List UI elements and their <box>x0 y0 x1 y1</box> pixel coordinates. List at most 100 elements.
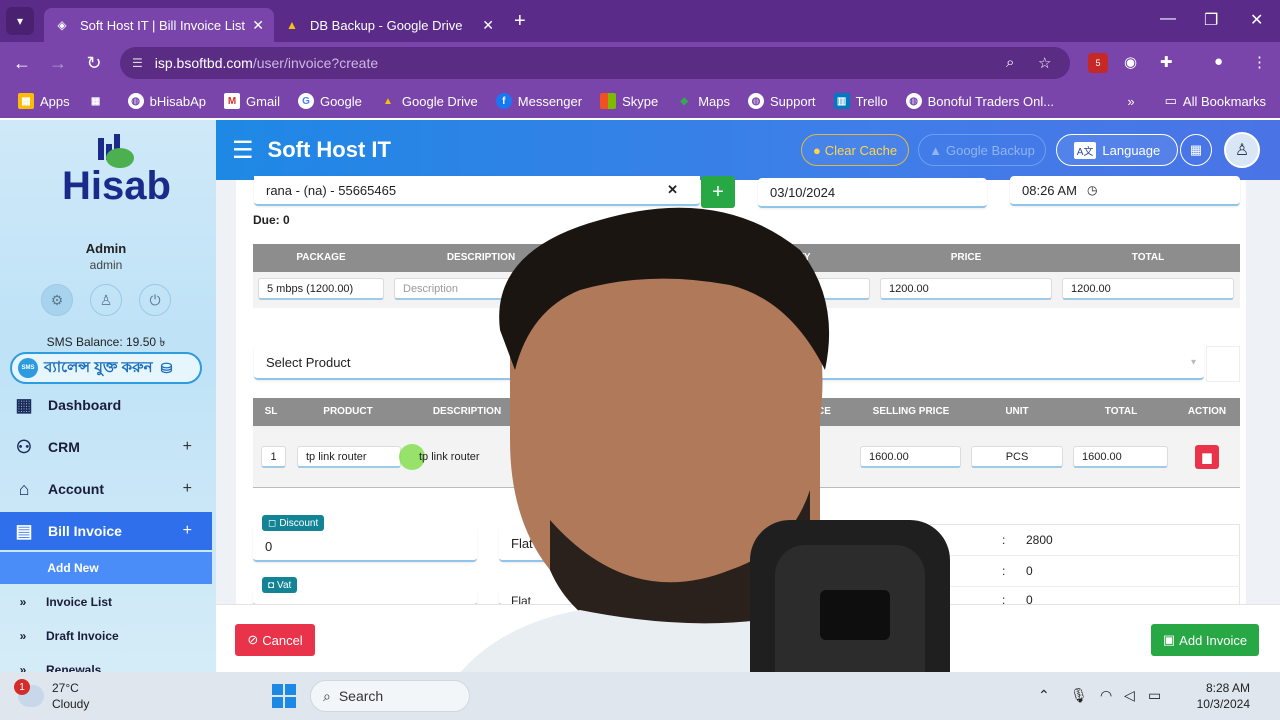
profile-icon[interactable]: ● <box>1214 53 1223 70</box>
avatar[interactable]: ♙ <box>1224 132 1260 168</box>
back-icon[interactable]: ← <box>4 53 40 74</box>
clear-x-icon[interactable]: ✕ <box>667 182 678 198</box>
extensions-puzzle-icon[interactable]: ✚ <box>1160 53 1173 71</box>
expand-plus-icon: + <box>182 438 192 455</box>
date-input[interactable]: 03/10/2024 <box>758 178 987 208</box>
sidebar-item-dashboard[interactable]: ▦ Dashboard <box>0 385 212 425</box>
discount-input[interactable]: 0 <box>253 526 477 562</box>
sidebar-sub-renewals[interactable]: » Renewals <box>0 654 212 672</box>
customer-select[interactable]: rana - (na) - 55665465 ✕ <box>254 176 700 206</box>
total-value: 1200.00 <box>1071 282 1111 295</box>
extension-circle-icon[interactable]: ◉ <box>1124 53 1137 71</box>
taskbar-clock[interactable]: 8:28 AM 10/3/2024 <box>1180 680 1250 712</box>
bookmark-trello[interactable]: ▥ Trello <box>833 93 888 109</box>
all-bookmarks[interactable]: All Bookmarks <box>1183 94 1266 109</box>
settings-gear-icon[interactable]: ⚙ <box>41 284 73 316</box>
lock-icon: ◘ <box>268 579 275 591</box>
close-tab-icon[interactable]: ✕ <box>252 17 264 34</box>
summary-colon: : <box>1002 533 1006 547</box>
select-product-addon[interactable] <box>1206 346 1240 382</box>
wifi-icon[interactable]: ◠ <box>1100 687 1112 704</box>
bookmark-support[interactable]: ◍ Support <box>748 93 816 109</box>
add-invoice-button[interactable]: ▣ Add Invoice <box>1151 624 1259 656</box>
delete-row-button[interactable]: ▆ <box>1195 445 1219 469</box>
tab-search-chevron-icon[interactable]: ▾ <box>6 7 34 35</box>
bookmark-star-icon[interactable]: ☆ <box>1038 54 1051 72</box>
package-cell[interactable]: 5 mbps (1200.00) <box>258 278 384 300</box>
forward-icon[interactable]: → <box>40 53 76 74</box>
select-product-dropdown[interactable]: Select Product ▾ <box>254 346 1204 380</box>
selling-price-input[interactable]: 1600.00 <box>860 446 961 468</box>
tray-chevron-up-icon[interactable]: ⌃ <box>1038 687 1050 704</box>
sidebar-sub-draft-invoice[interactable]: » Draft Invoice <box>0 620 212 652</box>
new-tab-icon[interactable]: + <box>514 10 526 33</box>
calculator-icon[interactable]: ▦ <box>1180 134 1212 166</box>
microphone-icon[interactable]: 🎙 <box>1070 687 1088 704</box>
close-tab-icon[interactable]: ✕ <box>482 17 494 34</box>
power-icon[interactable]: ⏻ <box>139 284 171 316</box>
quantity-input[interactable] <box>760 278 870 300</box>
bookmark-bonoful[interactable]: ◍ Bonoful Traders Onl... <box>905 93 1054 109</box>
cancel-button[interactable]: ⊘ Cancel <box>235 624 315 656</box>
bookmark-google-drive[interactable]: ▲ Google Drive <box>380 93 478 109</box>
bookmark-skype[interactable]: Skype <box>600 93 658 109</box>
extension-icon[interactable]: 5 <box>1088 53 1108 73</box>
discount-type-select[interactable]: Flat <box>499 526 639 562</box>
language-button[interactable]: A文 Language <box>1056 134 1178 166</box>
more-bookmarks-icon[interactable]: » <box>1127 94 1134 109</box>
browser-menu-icon[interactable]: ⋮ <box>1252 53 1267 71</box>
time-input[interactable]: 08:26 AM ◷ <box>1010 176 1240 206</box>
restore-icon[interactable]: ❐ <box>1204 10 1218 30</box>
url-field[interactable]: ☰ isp.bsoftbd.com/user/invoice?create ⌕ … <box>120 47 1070 79</box>
description-input[interactable]: Description <box>394 278 624 300</box>
clear-cache-label: Clear Cache <box>824 142 898 158</box>
bookmark-apps[interactable]: ▦ Apps <box>18 93 70 109</box>
add-customer-button[interactable]: + <box>701 176 735 208</box>
sidebar-sub-add-new[interactable]: Add New <box>0 552 212 584</box>
add-invoice-label: Add Invoice <box>1179 632 1248 648</box>
sidebar-item-crm[interactable]: ⚇ CRM + <box>0 427 212 467</box>
invoice-icon: ▤ <box>15 520 33 541</box>
tab-bill-invoice[interactable]: ◈ Soft Host IT | Bill Invoice List ✕ <box>44 8 274 42</box>
sidebar-item-bill-invoice[interactable]: ▤ Bill Invoice + <box>0 512 212 550</box>
col-total: TOTAL <box>1104 406 1138 417</box>
windows-start-icon[interactable] <box>272 684 296 708</box>
bookmark-bhisabap[interactable]: ◍ bHisabAp <box>127 93 206 109</box>
weather-widget[interactable]: 1 27°C Cloudy <box>14 679 89 712</box>
product-description-value: tp link router <box>419 451 480 463</box>
battery-icon[interactable]: ▭ <box>1148 687 1161 704</box>
bookmark-google[interactable]: G Google <box>297 93 362 109</box>
sms-balance: SMS Balance: 19.50 ৳ <box>46 335 166 349</box>
bookmark-maps[interactable]: ◆ Maps <box>676 93 730 109</box>
unit-cell[interactable]: PCS <box>971 446 1063 468</box>
tab-db-backup[interactable]: ▲ DB Backup - Google Drive ✕ <box>274 8 504 42</box>
close-window-icon[interactable]: ✕ <box>1250 10 1263 30</box>
clock-date: 10/3/2024 <box>1196 697 1250 711</box>
product-cell[interactable]: tp link router <box>297 446 401 468</box>
bookmark-grid[interactable]: ▦ <box>88 93 110 109</box>
chevron-right-icon: » <box>19 663 27 672</box>
translate-icon: A文 <box>1073 141 1097 159</box>
minimize-icon[interactable]: — <box>1160 10 1176 28</box>
col-package: PACKAGE <box>296 252 346 263</box>
bookmark-label: Apps <box>40 93 70 109</box>
reload-icon[interactable]: ↻ <box>76 53 112 74</box>
bookmark-gmail[interactable]: M Gmail <box>224 93 280 109</box>
clear-cache-button[interactable]: ● Clear Cache <box>801 134 909 166</box>
product-description-input[interactable]: tp link router <box>411 446 521 468</box>
profile-user-icon[interactable]: ♙ <box>90 284 122 316</box>
bookmark-messenger[interactable]: f Messenger <box>495 93 583 109</box>
site-info-icon[interactable]: ☰ <box>132 56 143 70</box>
price-input[interactable]: 1200.00 <box>880 278 1052 300</box>
sidebar-sub-invoice-list[interactable]: » Invoice List <box>0 586 212 618</box>
col-action: ACTION <box>1187 406 1227 417</box>
taskbar-search[interactable]: ⌕ Search <box>310 680 470 712</box>
google-backup-button[interactable]: ▲ Google Backup <box>918 134 1046 166</box>
sidebar-item-account[interactable]: ⌂ Account + <box>0 469 212 509</box>
zoom-icon[interactable]: ⌕ <box>1006 54 1014 71</box>
bookmark-label: Messenger <box>517 93 583 109</box>
admin-name: Admin <box>85 241 127 256</box>
volume-icon[interactable]: ◁ <box>1124 687 1135 704</box>
hamburger-menu-icon[interactable]: ☰ <box>232 136 254 165</box>
add-balance-button[interactable]: SMS ব্যালেন্স যুক্ত করুন ⛁ <box>10 352 202 384</box>
